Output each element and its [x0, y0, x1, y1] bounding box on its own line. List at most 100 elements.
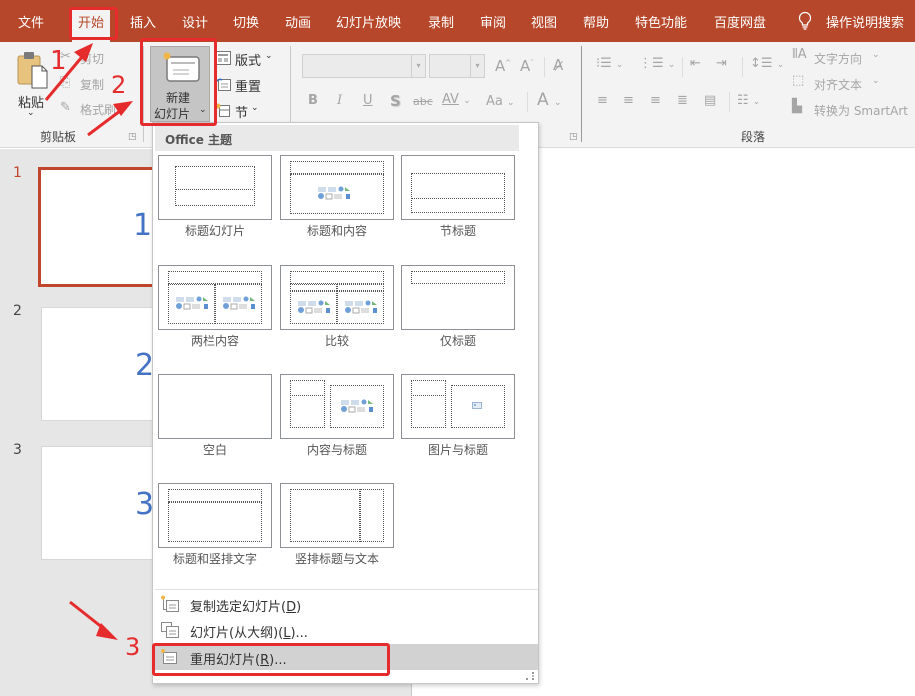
- layout-two-content[interactable]: 两栏内容: [158, 265, 272, 355]
- format-painter-button[interactable]: ✎ 格式刷: [60, 100, 130, 118]
- placeholder-outline: [290, 395, 325, 396]
- grow-font-icon[interactable]: A^: [495, 57, 511, 75]
- copy-button[interactable]: ⎘ 复制: [60, 75, 116, 93]
- tab-file[interactable]: 文件: [18, 12, 44, 31]
- placeholder-outline: [290, 271, 384, 284]
- content-placeholder-icons: [341, 399, 373, 413]
- section-button[interactable]: 节 ⌄: [215, 100, 277, 121]
- placeholder-outline: [290, 161, 384, 174]
- content-placeholder-icons: [298, 300, 330, 314]
- align-text-label: 对齐文本: [814, 78, 863, 92]
- placeholder-outline: [411, 271, 505, 284]
- tab-transitions[interactable]: 切换: [233, 12, 259, 31]
- chevron-down-icon: ▾: [411, 55, 425, 77]
- shrink-font-icon[interactable]: Aˇ: [520, 57, 534, 75]
- distributed-icon[interactable]: ▤: [704, 93, 716, 108]
- font-dialog-launcher[interactable]: ◳: [569, 132, 578, 142]
- underline-button[interactable]: U: [363, 93, 373, 108]
- layout-label: 内容与标题: [306, 443, 367, 457]
- bold-button[interactable]: B: [308, 93, 318, 108]
- tab-review[interactable]: 审阅: [480, 12, 506, 31]
- clipboard-group-label: 剪贴板: [40, 130, 77, 144]
- bullets-icon[interactable]: ⁝☰ ⌄: [596, 56, 623, 71]
- layout-thumbnail: [280, 483, 394, 548]
- layout-icon: [215, 51, 231, 65]
- layout-thumbnail: [401, 265, 515, 330]
- layout-label: 标题和内容: [306, 224, 367, 238]
- tab-special-features[interactable]: 特色功能: [635, 12, 687, 31]
- copy-icon: ⎘: [60, 75, 71, 90]
- section-dropdown-icon: ⌄: [251, 103, 259, 113]
- lightbulb-icon: [798, 11, 812, 30]
- align-left-icon[interactable]: ≡: [597, 93, 608, 108]
- align-text-button[interactable]: ⬚ 对齐文本 ⌄: [792, 73, 902, 93]
- increase-indent-icon[interactable]: ⇥: [716, 56, 727, 71]
- placeholder-outline: [290, 489, 360, 542]
- reset-button[interactable]: 重置: [215, 74, 277, 95]
- tab-record[interactable]: 录制: [428, 12, 454, 31]
- layout-vertical-title-text[interactable]: 竖排标题与文本: [280, 483, 394, 573]
- step-1-highlight-box: [69, 7, 118, 40]
- numbering-icon[interactable]: ⋮☰ ⌄: [639, 56, 675, 71]
- layout-button[interactable]: 版式 ⌄: [215, 48, 277, 69]
- convert-smartart-label: 转换为 SmartArt: [814, 104, 908, 118]
- layout-content-with-caption[interactable]: 内容与标题: [280, 374, 394, 464]
- paste-dropdown-icon[interactable]: ⌄: [27, 108, 35, 118]
- clear-formatting-icon[interactable]: A̷: [553, 56, 563, 74]
- layout-title-only[interactable]: 仅标题: [401, 265, 515, 355]
- layout-comparison[interactable]: 比较: [280, 265, 394, 355]
- cut-button[interactable]: ✂ 剪切: [60, 49, 116, 67]
- reset-icon: [215, 78, 231, 91]
- tab-slideshow[interactable]: 幻灯片放映: [336, 12, 401, 31]
- cut-label: 剪切: [80, 52, 105, 66]
- layout-blank[interactable]: 空白: [158, 374, 272, 464]
- slide-number: 2: [13, 303, 22, 319]
- tab-design[interactable]: 设计: [182, 12, 208, 31]
- placeholder-outline: [411, 395, 446, 396]
- convert-smartart-button[interactable]: ▙ 转换为 SmartArt: [792, 99, 915, 119]
- columns-icon[interactable]: ☷ ⌄: [737, 93, 760, 108]
- decrease-indent-icon[interactable]: ⇤: [690, 56, 701, 71]
- layout-label: 节标题: [439, 224, 476, 238]
- step-3-highlight-box: [152, 643, 390, 676]
- layout-thumbnail: [280, 265, 394, 330]
- font-name-combo[interactable]: ▾: [302, 54, 426, 78]
- step-1-label: 1: [50, 46, 67, 76]
- text-direction-button[interactable]: ⦀A 文字方向 ⌄: [792, 47, 902, 67]
- text-direction-label: 文字方向: [814, 52, 863, 66]
- resize-grip-icon[interactable]: [526, 672, 534, 680]
- layout-picture-with-caption[interactable]: 图片与标题: [401, 374, 515, 464]
- layout-thumbnail: [158, 265, 272, 330]
- paintbrush-icon: ✎: [60, 100, 71, 115]
- line-spacing-icon[interactable]: ↕☰ ⌄: [750, 56, 784, 71]
- align-right-icon[interactable]: ≡: [650, 93, 661, 108]
- content-placeholder-icons: [318, 186, 350, 200]
- slides-from-outline-menu-item[interactable]: 幻灯片(从大纲)(L)...: [155, 617, 538, 643]
- shadow-button[interactable]: S: [390, 92, 401, 110]
- placeholder-outline: [411, 198, 505, 199]
- placeholder-outline: [168, 502, 262, 542]
- layout-title-vertical-text[interactable]: 标题和竖排文字: [158, 483, 272, 573]
- italic-button[interactable]: I: [337, 93, 342, 108]
- tab-insert[interactable]: 插入: [130, 12, 156, 31]
- align-center-icon[interactable]: ≡: [623, 93, 634, 108]
- tab-view[interactable]: 视图: [531, 12, 557, 31]
- tab-baidu-netdisk[interactable]: 百度网盘: [714, 12, 766, 31]
- section-label: 节: [235, 106, 249, 121]
- tab-help[interactable]: 帮助: [583, 12, 609, 31]
- justify-icon[interactable]: ≣: [677, 93, 688, 108]
- clipboard-dialog-launcher[interactable]: ◳: [128, 132, 137, 142]
- character-spacing-button[interactable]: AV ⌄: [442, 92, 471, 107]
- font-size-combo[interactable]: ▾: [429, 54, 485, 78]
- duplicate-slide-menu-item[interactable]: 复制选定幻灯片(D): [155, 591, 538, 617]
- layout-section-header[interactable]: 节标题: [401, 155, 515, 245]
- layout-title-content[interactable]: 标题和内容: [280, 155, 394, 245]
- theme-header: Office 主题: [155, 125, 519, 151]
- strikethrough-button[interactable]: abc: [413, 95, 433, 108]
- change-case-button[interactable]: Aa ⌄: [486, 94, 515, 109]
- layout-title-slide[interactable]: 标题幻灯片: [158, 155, 272, 245]
- placeholder-outline: [175, 189, 255, 190]
- tab-animations[interactable]: 动画: [285, 12, 311, 31]
- font-color-button[interactable]: A ⌄: [537, 90, 562, 110]
- paste-button[interactable]: 粘贴 ⌄: [14, 48, 52, 120]
